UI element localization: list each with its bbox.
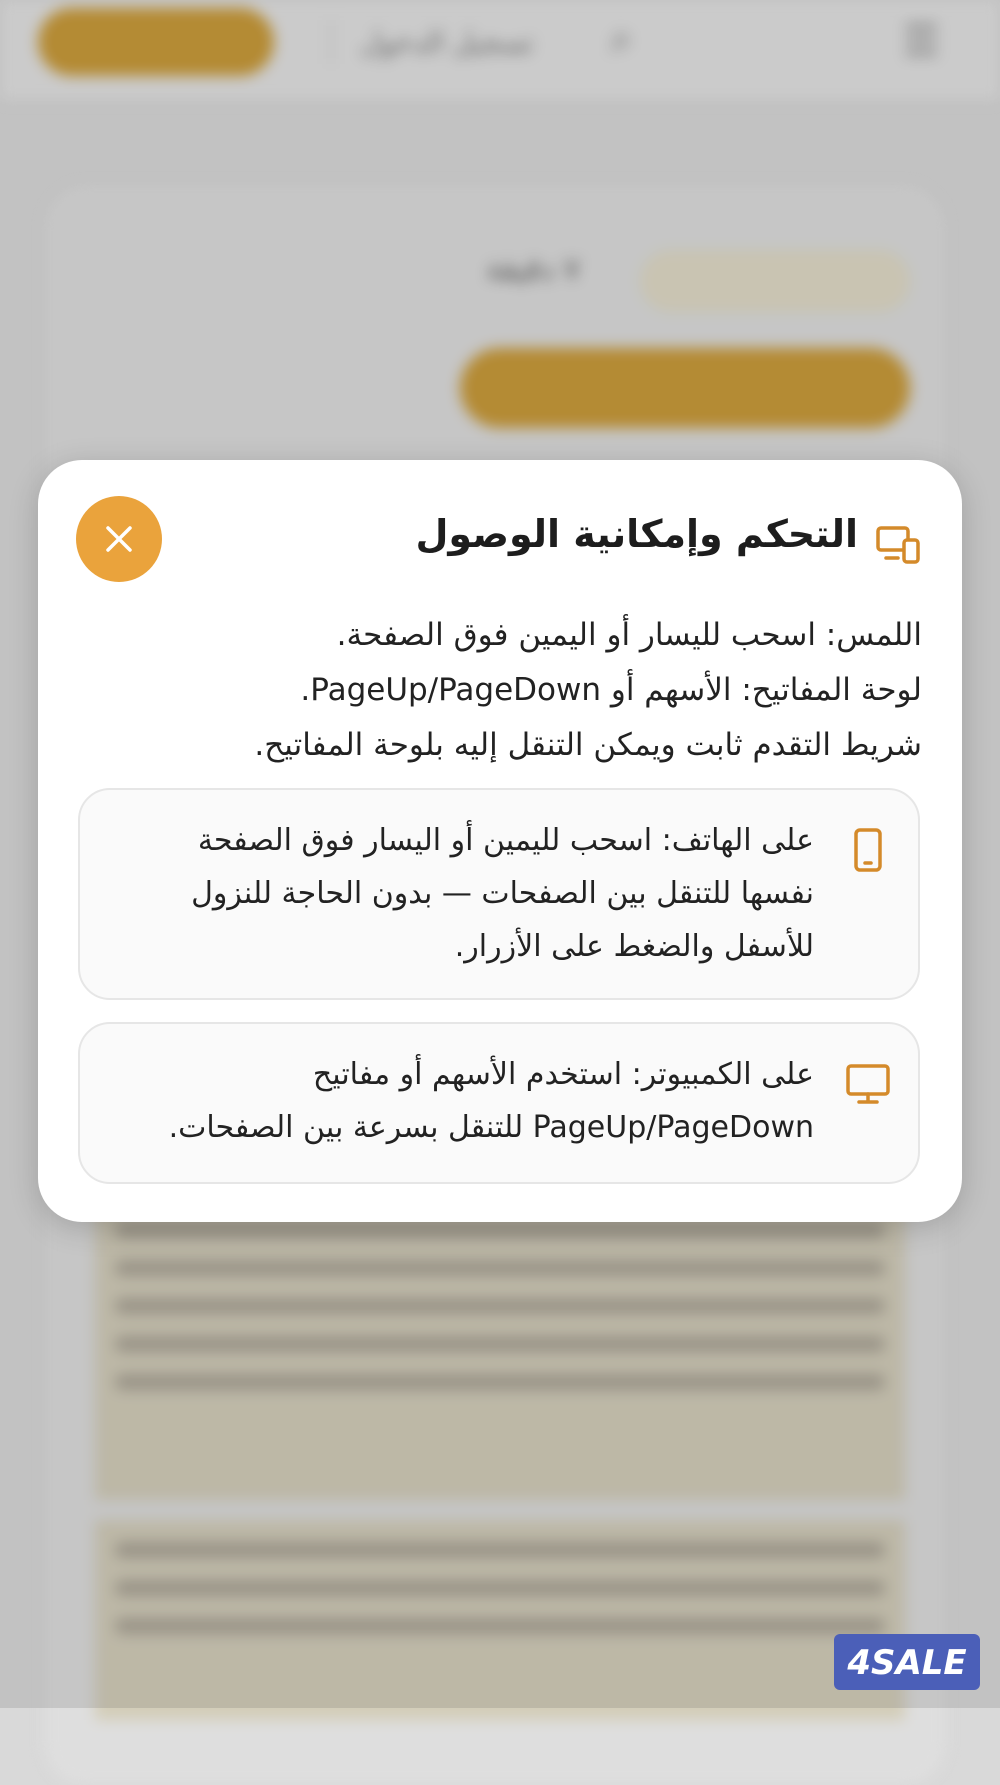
monitor-icon	[846, 1064, 890, 1104]
dialog-title: التحكم وإمكانية الوصول	[415, 512, 858, 556]
close-icon	[106, 526, 132, 552]
watermark-logo: 4SALE	[834, 1634, 980, 1690]
desktop-tip-text: على الكمبيوتر: استخدم الأسهم أو مفاتيح P…	[168, 1057, 814, 1145]
devices-icon	[876, 526, 920, 564]
close-button[interactable]	[76, 496, 162, 582]
svg-text:4SALE: 4SALE	[846, 1643, 966, 1683]
desktop-tip-card: على الكمبيوتر: استخدم الأسهم أو مفاتيح P…	[78, 1022, 920, 1184]
instruction-progress: شريط التقدم ثابت ويمكن التنقل إليه بلوحة…	[254, 727, 922, 763]
instructions: اللمس: اسحب لليسار أو اليمين فوق الصفحة.…	[82, 608, 922, 773]
instruction-keyboard: لوحة المفاتيح: الأسهم أو PageUp/PageDown…	[300, 672, 922, 708]
phone-tip-text: على الهاتف: اسحب لليمين أو اليسار فوق ال…	[191, 823, 814, 964]
watermark-logo-image: 4SALE	[846, 1643, 966, 1683]
phone-icon	[854, 828, 882, 872]
phone-tip-card: على الهاتف: اسحب لليمين أو اليسار فوق ال…	[78, 788, 920, 1000]
instruction-touch: اللمس: اسحب لليسار أو اليمين فوق الصفحة.	[336, 617, 922, 653]
accessibility-dialog: التحكم وإمكانية الوصول اللمس: اسحب لليسا…	[38, 460, 962, 1222]
